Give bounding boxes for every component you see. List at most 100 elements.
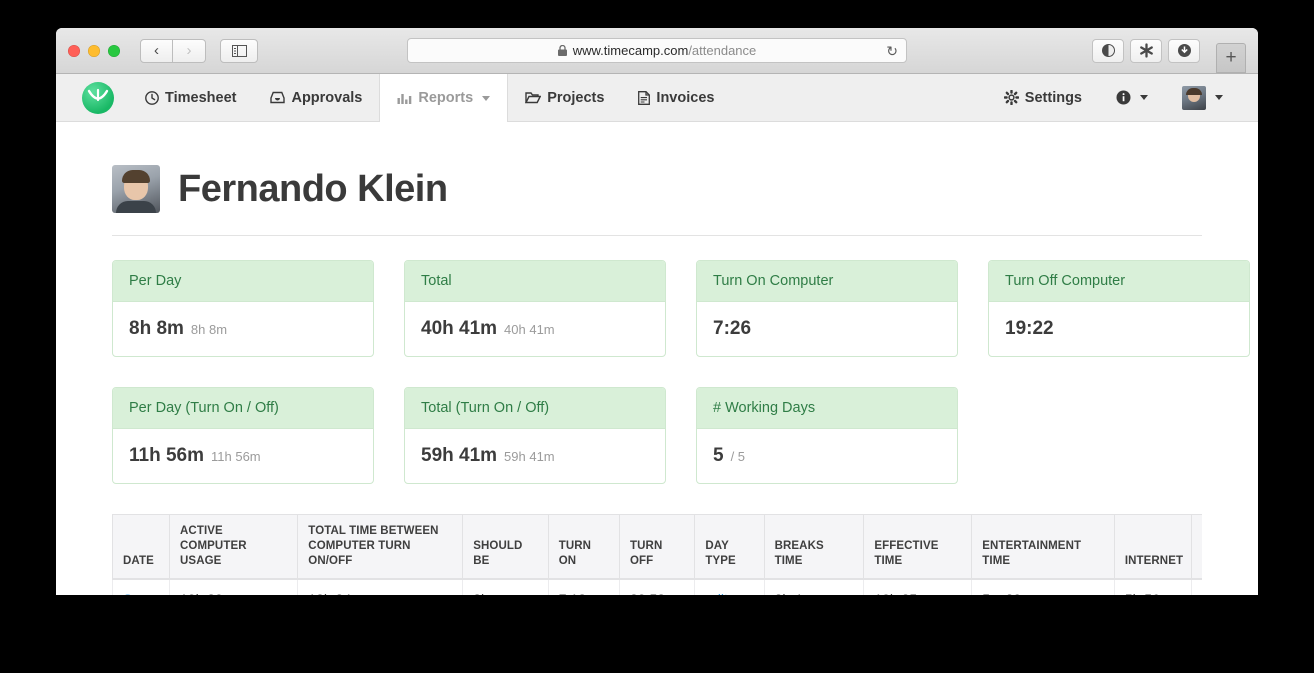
nav-item-approvals[interactable]: Approvals	[253, 74, 379, 121]
gear-icon	[1003, 90, 1019, 105]
info-circle-icon	[1116, 90, 1131, 105]
url-host: www.timecamp.com	[572, 43, 689, 58]
cell-active-computer-usage: 10h 30m	[169, 578, 299, 595]
folder-icon	[525, 91, 542, 104]
cell-turn-off: 20:53	[619, 578, 696, 595]
column-header-turn-on[interactable]: TURN ON	[547, 514, 621, 580]
stat-card-body: 11h 56m 11h 56m	[113, 429, 373, 483]
stat-card-per-day: Per Day 8h 8m 8h 8m	[112, 260, 374, 357]
nav-label-projects: Projects	[547, 89, 605, 106]
date-link[interactable]: Sep	[123, 591, 148, 595]
extension-icon-2[interactable]	[1130, 38, 1162, 63]
logo-container[interactable]	[68, 74, 128, 121]
nav-item-invoices[interactable]: Invoices	[621, 74, 731, 121]
stat-card-value: 5	[713, 445, 724, 466]
stat-card-title: Turn On Computer	[697, 261, 957, 302]
column-header-date[interactable]: DATE	[112, 514, 171, 580]
sidebar-toggle-button[interactable]	[220, 38, 258, 63]
stat-card-value: 8h 8m	[129, 318, 184, 339]
browser-toolbar: ‹ › www.timecamp.com/attendance ↻ +	[56, 28, 1258, 74]
nav-item-projects[interactable]: Projects	[508, 74, 621, 121]
column-header-internet[interactable]: INTERNET	[1113, 514, 1193, 580]
navigation-buttons: ‹ ›	[140, 38, 206, 63]
column-header-day-type[interactable]: DAY TYPE	[694, 514, 765, 580]
column-header-active-computer-usage[interactable]: ACTIVE COMPUTER USAGE	[169, 514, 299, 580]
chevron-down-icon-help	[1140, 95, 1148, 100]
extensions-area: +	[1092, 29, 1246, 73]
forward-button[interactable]: ›	[173, 38, 206, 63]
nav-item-reports[interactable]: Reports	[379, 74, 509, 122]
profile-photo	[112, 165, 160, 213]
stats-row-spacer	[988, 387, 1250, 484]
stat-card-working-days: # Working Days 5 / 5	[696, 387, 958, 484]
nav-item-help[interactable]	[1099, 90, 1165, 105]
stat-card-body: 40h 41m 40h 41m	[405, 302, 665, 356]
cell-effective-time: 10h 25m	[863, 578, 973, 595]
new-tab-button[interactable]: +	[1216, 42, 1246, 73]
minimize-window-button[interactable]	[88, 44, 100, 57]
stat-card-body: 7:26	[697, 302, 957, 356]
stat-card-subvalue: 59h 41m	[504, 449, 555, 464]
stat-card-body: 59h 41m 59h 41m	[405, 429, 665, 483]
stat-card-title: Turn Off Computer	[989, 261, 1249, 302]
column-header-effective-time[interactable]: EFFECTIVE TIME	[863, 514, 973, 580]
stat-card-turn-off-computer: Turn Off Computer 19:22	[988, 260, 1250, 357]
stats-row-1: Per Day 8h 8m 8h 8m Total 40h 41m 40h 41…	[112, 260, 1250, 357]
reload-icon[interactable]: ↻	[886, 44, 898, 58]
stat-card-value: 11h 56m	[129, 445, 204, 466]
chevron-right-icon: ›	[186, 42, 192, 59]
chevron-down-icon	[482, 95, 491, 101]
extension-icon-1[interactable]	[1092, 38, 1124, 63]
table-body: Sep 10h 30m 13h 34m 8h 7:18 20:53 edit 3…	[112, 578, 1202, 595]
sidebar-toggle-icon	[231, 44, 247, 57]
inbox-icon	[270, 91, 286, 104]
cell-date[interactable]: Sep	[112, 578, 171, 595]
chevron-down-icon-user	[1215, 95, 1223, 100]
stat-card-title: # Working Days	[697, 388, 957, 429]
stat-card-title: Per Day	[113, 261, 373, 302]
stat-card-value: 19:22	[1005, 318, 1054, 339]
nav-label-approvals: Approvals	[291, 89, 363, 106]
downloads-icon[interactable]	[1168, 38, 1200, 63]
cell-should-be: 8h	[462, 578, 549, 595]
close-window-button[interactable]	[68, 44, 80, 57]
column-header-total-time-between[interactable]: TOTAL TIME BETWEEN COMPUTER TURN ON/OFF	[297, 514, 464, 580]
stat-card-body: 19:22	[989, 302, 1249, 356]
bar-chart-icon	[397, 92, 412, 105]
cell-day-type[interactable]: edit	[694, 578, 765, 595]
stat-card-value: 40h 41m	[421, 318, 498, 339]
browser-window: ‹ › www.timecamp.com/attendance ↻ + Time…	[56, 28, 1258, 595]
stat-card-value: 7:26	[713, 318, 752, 339]
stat-card-title: Total	[405, 261, 665, 302]
attendance-table-wrapper: DATE ACTIVE COMPUTER USAGE TOTAL TIME BE…	[112, 514, 1202, 595]
edit-link[interactable]: edit	[705, 591, 728, 595]
nav-item-settings[interactable]: Settings	[987, 90, 1099, 106]
stat-card-body: 8h 8m 8h 8m	[113, 302, 373, 356]
stat-card-body: 5 / 5	[697, 429, 957, 483]
nav-item-user-menu[interactable]	[1165, 85, 1240, 110]
column-header-turn-off[interactable]: TURN OFF	[619, 514, 696, 580]
app-navigation: Timesheet Approvals Reports Projects Inv…	[56, 74, 1258, 122]
stat-card-value: 59h 41m	[421, 445, 498, 466]
address-bar[interactable]: www.timecamp.com/attendance ↻	[407, 38, 907, 63]
column-header-entertainment-time[interactable]: ENTERTAINMENT TIME	[971, 514, 1115, 580]
profile-header: Fernando Klein	[112, 122, 1202, 236]
back-button[interactable]: ‹	[140, 38, 173, 63]
maximize-window-button[interactable]	[108, 44, 120, 57]
clock-icon	[145, 90, 159, 105]
cell-turn-on: 7:18	[547, 578, 621, 595]
stat-card-total-turn-on-off: Total (Turn On / Off) 59h 41m 59h 41m	[404, 387, 666, 484]
column-header-breaks-time[interactable]: BREAKS TIME	[763, 514, 865, 580]
stat-card-turn-on-computer: Turn On Computer 7:26	[696, 260, 958, 357]
stats-cards: Per Day 8h 8m 8h 8m Total 40h 41m 40h 41…	[112, 260, 1250, 484]
stat-card-subvalue: 11h 56m	[211, 449, 261, 464]
nav-item-timesheet[interactable]: Timesheet	[128, 74, 253, 121]
attendance-table: DATE ACTIVE COMPUTER USAGE TOTAL TIME BE…	[112, 514, 1202, 595]
column-header-should-be[interactable]: SHOULD BE	[462, 514, 549, 580]
page-title: Fernando Klein	[178, 167, 448, 210]
table-row: Sep 10h 30m 13h 34m 8h 7:18 20:53 edit 3…	[112, 578, 1202, 595]
nav-label-settings: Settings	[1024, 89, 1082, 106]
stat-card-subvalue: 8h 8m	[190, 322, 228, 337]
nav-label-invoices: Invoices	[656, 89, 715, 106]
column-header-offline-time[interactable]: OFFLINE TIME	[1191, 514, 1202, 580]
